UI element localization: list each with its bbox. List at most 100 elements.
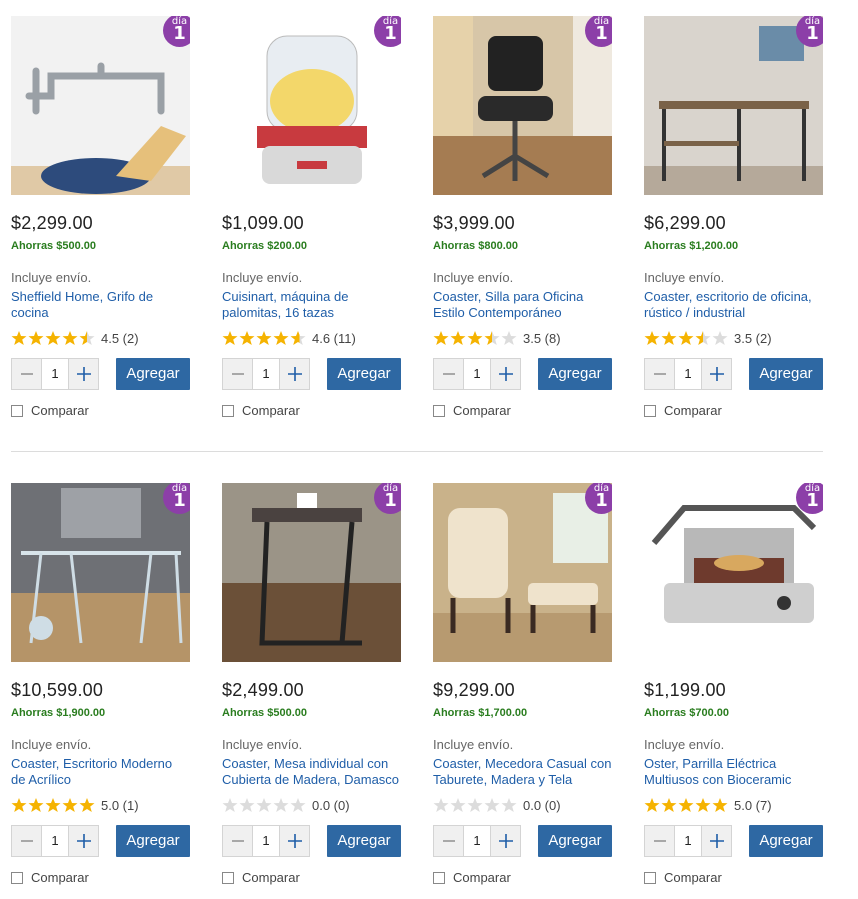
star-icon	[644, 798, 660, 812]
add-to-cart-button[interactable]: Agregar	[327, 825, 401, 857]
decrease-qty-button[interactable]	[645, 359, 674, 389]
compare-label: Comparar	[664, 403, 722, 418]
checkbox-icon[interactable]	[222, 871, 234, 884]
product-name-link[interactable]: Cuisinart, máquina de palomitas, 16 taza…	[222, 289, 401, 321]
rating-stars	[11, 797, 95, 813]
compare-label: Comparar	[242, 403, 300, 418]
dia-1-badge: día 1	[585, 16, 612, 47]
rating-stars	[222, 330, 306, 346]
rating: 3.5 (8)	[433, 330, 561, 346]
add-to-cart-button[interactable]: Agregar	[749, 825, 823, 857]
increase-qty-button[interactable]	[69, 359, 98, 389]
product-name-link[interactable]: Sheffield Home, Grifo de cocina	[11, 289, 190, 321]
quantity-stepper: 1	[433, 358, 521, 390]
compare-checkbox[interactable]: Comparar	[644, 870, 722, 885]
compare-checkbox[interactable]: Comparar	[11, 403, 89, 418]
rating: 5.0 (7)	[644, 797, 772, 813]
rating: 0.0 (0)	[222, 797, 350, 813]
compare-checkbox[interactable]: Comparar	[433, 870, 511, 885]
quantity-input[interactable]: 1	[252, 359, 280, 389]
increase-qty-button[interactable]	[491, 826, 520, 856]
product-name-link[interactable]: Oster, Parrilla Eléctrica Multiusos con …	[644, 756, 823, 788]
dia-1-badge: día 1	[163, 483, 190, 514]
star-icon	[484, 798, 500, 812]
savings-text: Ahorras $800.00	[433, 240, 518, 252]
compare-checkbox[interactable]: Comparar	[222, 403, 300, 418]
dia-1-badge: día 1	[163, 16, 190, 47]
star-icon	[256, 798, 272, 812]
quantity-input[interactable]: 1	[41, 826, 69, 856]
minus-icon	[231, 373, 244, 375]
product-name-link[interactable]: Coaster, Escritorio Moderno de Acrílico	[11, 756, 190, 788]
decrease-qty-button[interactable]	[434, 359, 463, 389]
increase-qty-button[interactable]	[69, 826, 98, 856]
product-image[interactable]: día 1	[11, 483, 190, 662]
rating-stars	[222, 797, 306, 813]
decrease-qty-button[interactable]	[434, 826, 463, 856]
product-price: $2,499.00	[222, 680, 304, 700]
decrease-qty-button[interactable]	[223, 359, 252, 389]
product-price: $10,599.00	[11, 680, 104, 700]
quantity-input[interactable]: 1	[674, 359, 702, 389]
compare-label: Comparar	[453, 403, 511, 418]
checkbox-icon[interactable]	[222, 404, 234, 417]
star-icon	[501, 798, 517, 812]
increase-qty-button[interactable]	[491, 359, 520, 389]
star-icon	[239, 798, 255, 812]
product-image[interactable]: día 1	[222, 16, 401, 195]
compare-checkbox[interactable]: Comparar	[222, 870, 300, 885]
product-image[interactable]: día 1	[644, 16, 823, 195]
decrease-qty-button[interactable]	[12, 359, 41, 389]
product-image[interactable]: día 1	[433, 483, 612, 662]
quantity-input[interactable]: 1	[463, 359, 491, 389]
savings-text: Ahorras $700.00	[644, 707, 729, 719]
decrease-qty-button[interactable]	[12, 826, 41, 856]
increase-qty-button[interactable]	[280, 359, 309, 389]
compare-checkbox[interactable]: Comparar	[433, 403, 511, 418]
quantity-input[interactable]: 1	[463, 826, 491, 856]
quantity-input[interactable]: 1	[41, 359, 69, 389]
product-name-link[interactable]: Coaster, Silla para Oficina Estilo Conte…	[433, 289, 612, 321]
product-name-link[interactable]: Coaster, Mesa individual con Cubierta de…	[222, 756, 401, 788]
product-image[interactable]: día 1	[222, 483, 401, 662]
product-image[interactable]: día 1	[11, 16, 190, 195]
add-to-cart-button[interactable]: Agregar	[327, 358, 401, 390]
checkbox-icon[interactable]	[433, 404, 445, 417]
checkbox-icon[interactable]	[644, 871, 656, 884]
minus-icon	[442, 840, 455, 842]
decrease-qty-button[interactable]	[645, 826, 674, 856]
product-image[interactable]: día 1	[644, 483, 823, 662]
checkbox-icon[interactable]	[644, 404, 656, 417]
quantity-input[interactable]: 1	[252, 826, 280, 856]
decrease-qty-button[interactable]	[223, 826, 252, 856]
product-name-link[interactable]: Coaster, escritorio de oficina, rústico …	[644, 289, 823, 321]
checkbox-icon[interactable]	[433, 871, 445, 884]
star-icon	[484, 331, 500, 345]
star-icon	[28, 798, 44, 812]
checkbox-icon[interactable]	[11, 404, 23, 417]
quantity-input[interactable]: 1	[674, 826, 702, 856]
minus-icon	[20, 840, 33, 842]
dia-1-badge: día 1	[796, 483, 823, 514]
add-to-cart-button[interactable]: Agregar	[116, 825, 190, 857]
star-icon	[222, 798, 238, 812]
compare-checkbox[interactable]: Comparar	[11, 870, 89, 885]
product-name-link[interactable]: Coaster, Mecedora Casual con Taburete, M…	[433, 756, 612, 788]
add-to-cart-button[interactable]: Agregar	[749, 358, 823, 390]
plus-icon	[287, 834, 302, 848]
plus-icon	[709, 834, 724, 848]
rating-text: 0.0 (0)	[312, 797, 350, 813]
checkbox-icon[interactable]	[11, 871, 23, 884]
add-to-cart-button[interactable]: Agregar	[538, 825, 612, 857]
add-to-cart-button[interactable]: Agregar	[538, 358, 612, 390]
increase-qty-button[interactable]	[280, 826, 309, 856]
shipping-note: Incluye envío.	[11, 270, 92, 285]
rating-text: 0.0 (0)	[523, 797, 561, 813]
increase-qty-button[interactable]	[702, 826, 731, 856]
savings-text: Ahorras $500.00	[11, 240, 96, 252]
add-to-cart-button[interactable]: Agregar	[116, 358, 190, 390]
increase-qty-button[interactable]	[702, 359, 731, 389]
product-price: $1,199.00	[644, 680, 726, 700]
product-image[interactable]: día 1	[433, 16, 612, 195]
compare-checkbox[interactable]: Comparar	[644, 403, 722, 418]
